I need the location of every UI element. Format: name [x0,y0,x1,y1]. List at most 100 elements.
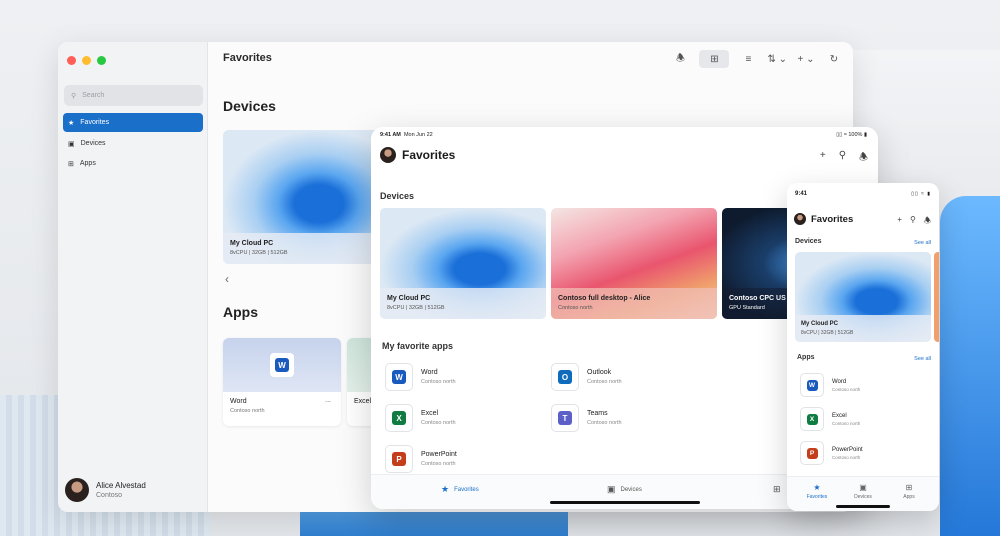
phone-window: 9:41 ▯▯ ≈ ▮ Favorites + ⚲ 🕭 Devices See … [787,183,939,511]
device-spec: 8vCPU | 32GB | 512GB [801,330,854,336]
see-all-apps-link[interactable]: See all [914,356,931,362]
tab-bar: ★ Favorites ▣ Devices ⊞ Apps [787,476,939,511]
tab-devices[interactable]: ▣ Devices [607,484,642,495]
background-blue-shape [940,196,1000,536]
bell-icon[interactable]: 🕭 [924,215,931,229]
search-icon: ⚲ [71,92,77,100]
app-org: Contoso north [421,420,456,426]
app-name: PowerPoint [832,446,863,453]
app-org: Contoso north [832,454,861,460]
sidebar-item-devices[interactable]: ▣ Devices [63,134,203,153]
battery-percent: 100% [848,132,863,138]
device-spec: 8vCPU | 32GB | 512GB [387,305,445,311]
bell-icon[interactable]: 🕭 [671,50,689,68]
word-logo-icon: W [800,373,824,397]
sidebar: ⚲ Search ★ Favorites ▣ Devices ⊞ Apps Al… [58,42,208,512]
status-time: 9:41 AM [380,132,401,138]
powerpoint-logo-icon: P [385,445,413,473]
device-spec: 8vCPU | 32GB | 512GB [230,250,288,256]
sidebar-item-favorites[interactable]: ★ Favorites [63,113,203,132]
status-bar: 9:41 AM Mon Jun 22 [380,132,433,138]
device-card[interactable]: My Cloud PC 8vCPU | 32GB | 512GB [380,208,546,319]
refresh-icon[interactable]: ↻ [825,50,843,68]
tab-apps[interactable]: ⊞ Apps [889,483,929,500]
sidebar-item-apps[interactable]: ⊞ Apps [63,154,203,173]
app-item-excel[interactable]: X Excel Contoso north [800,407,860,431]
tab-favorites[interactable]: ★ Favorites [797,483,837,500]
search-placeholder: Search [82,92,105,99]
star-icon: ★ [68,119,75,127]
word-logo-icon: W [385,363,413,391]
chevron-left-icon[interactable]: ‹ [225,272,229,286]
page-title: Favorites [402,148,456,162]
app-item-powerpoint[interactable]: P PowerPoint Contoso north [800,441,863,465]
signal-icon: ▯▯ [911,191,919,197]
more-options-button[interactable]: ... [325,397,331,404]
tab-label: Favorites [806,494,828,500]
powerpoint-logo-icon: P [800,441,824,465]
user-profile[interactable]: Alice Alvestad Contoso [65,478,146,502]
minimize-window-button[interactable] [82,56,91,65]
add-icon[interactable]: + [897,215,902,229]
see-all-devices-link[interactable]: See all [914,240,931,246]
signal-icon: ▯▯ [836,132,843,138]
sort-button[interactable]: ⇅ ⌄ [767,50,787,68]
app-name: PowerPoint [421,451,457,458]
grid-icon: ⊞ [773,484,781,494]
device-card[interactable]: My Cloud PC 8vCPU | 32GB | 512GB [223,130,383,264]
bell-icon[interactable]: 🕭 [859,150,868,167]
search-icon[interactable]: ⚲ [910,215,916,229]
status-indicators: ▯▯ ≈ 100% ▮ [836,132,867,138]
wifi-icon: ≈ [921,191,925,197]
app-org: Contoso north [421,379,456,385]
app-item-powerpoint[interactable]: P PowerPoint Contoso north [385,445,457,473]
home-indicator [836,505,890,508]
window-controls [67,56,106,65]
user-name: Alice Alvestad [96,481,146,490]
app-name: Word [230,398,247,405]
tab-devices[interactable]: ▣ Devices [843,483,883,500]
avatar [65,478,89,502]
app-card-banner: W [223,338,341,392]
app-item-word[interactable]: W Word Contoso north [800,373,860,397]
app-item-word[interactable]: W Word Contoso north [385,363,456,391]
app-item-teams[interactable]: T Teams Contoso north [551,404,622,432]
close-window-button[interactable] [67,56,76,65]
phone-header: Favorites [794,213,853,225]
avatar[interactable] [794,213,806,225]
list-view-button[interactable]: ≡ [739,50,757,68]
avatar[interactable] [380,147,396,163]
app-name: Outlook [587,369,612,376]
device-card[interactable]: My Cloud PC 8vCPU | 32GB | 512GB [795,252,931,342]
next-device-card[interactable] [934,252,939,342]
app-org: Contoso north [587,420,622,426]
tab-apps[interactable]: ⊞ [773,484,781,495]
add-icon[interactable]: + [820,150,826,167]
add-button[interactable]: + ⌄ [797,50,815,68]
page-title: Favorites [223,52,272,64]
search-input[interactable]: ⚲ Search [64,85,203,106]
grid-view-button[interactable]: ⊞ [699,50,730,68]
app-card-word[interactable]: W Word Contoso north ... [223,338,341,426]
star-icon: ★ [813,483,821,492]
excel-logo-icon: X [800,407,824,431]
battery-icon: ▮ [863,132,867,138]
app-item-outlook[interactable]: O Outlook Contoso north [551,363,622,391]
app-name: Excel [421,410,439,417]
device-name: My Cloud PC [230,240,274,247]
status-date: Mon Jun 22 [403,132,433,138]
tablet-header: Favorites [380,147,455,163]
sidebar-item-label: Favorites [80,119,110,126]
app-item-excel[interactable]: X Excel Contoso north [385,404,456,432]
tab-favorites[interactable]: ★ Favorites [441,484,479,495]
tab-label: Apps [903,494,915,500]
device-card[interactable]: Contoso full desktop - Alice Contoso nor… [551,208,717,319]
app-org: Contoso north [421,461,456,467]
devices-heading: Devices [223,98,276,114]
search-icon[interactable]: ⚲ [839,150,846,167]
outlook-logo-icon: O [551,363,579,391]
battery-icon: ▮ [927,191,931,197]
zoom-window-button[interactable] [97,56,106,65]
status-indicators: ▯▯ ≈ ▮ [911,191,931,197]
sidebar-item-label: Apps [79,160,96,167]
